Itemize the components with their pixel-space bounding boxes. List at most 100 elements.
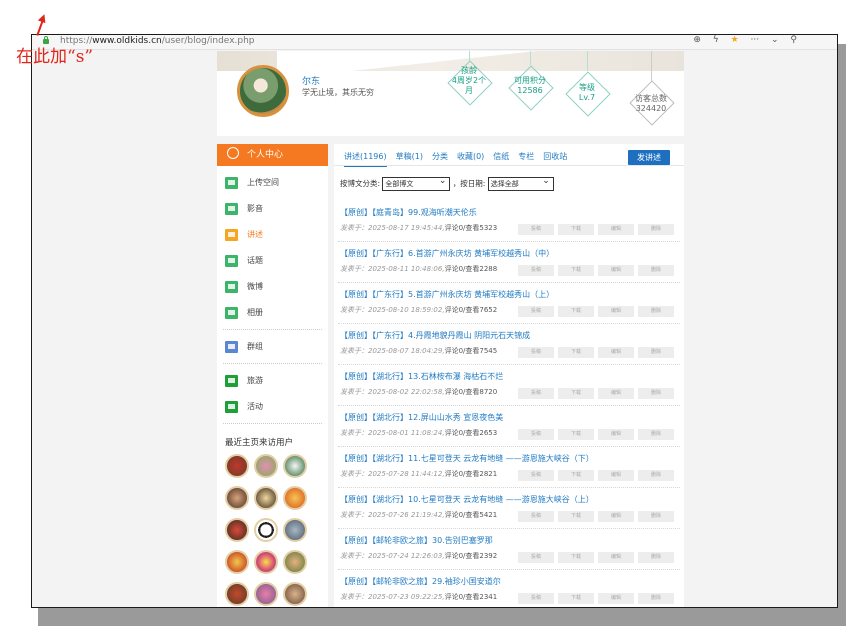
delete-button[interactable]: 删除 <box>638 224 674 235</box>
delete-button[interactable]: 删除 <box>638 429 674 440</box>
submit-button[interactable]: 投稿 <box>518 552 554 563</box>
edit-button[interactable]: 编辑 <box>598 552 634 563</box>
delete-button[interactable]: 删除 <box>638 306 674 317</box>
download-button[interactable]: 下载 <box>558 429 594 440</box>
post-comments[interactable]: 评论0 <box>445 429 463 437</box>
visitor-avatar[interactable] <box>225 518 249 542</box>
edit-button[interactable]: 编辑 <box>598 388 634 399</box>
download-button[interactable]: 下载 <box>558 388 594 399</box>
post-title[interactable]: 【原创】【湖北行】13.石林桉布瀑 海枯石不烂 <box>340 371 503 382</box>
post-comments[interactable]: 评论0 <box>445 347 463 355</box>
visitor-avatar[interactable] <box>283 518 307 542</box>
post-comments[interactable]: 评论0 <box>445 552 463 560</box>
post-comments[interactable]: 评论0 <box>445 470 463 478</box>
visitor-avatar[interactable] <box>254 550 278 574</box>
sidebar-item-topics[interactable]: 话题 <box>217 248 328 274</box>
sidebar-item-blog[interactable]: 讲述 <box>217 222 328 248</box>
visitor-avatar[interactable] <box>254 582 278 606</box>
post-title[interactable]: 【原创】【广东行】4.丹霞地貌丹霞山 阴阳元石天锦成 <box>340 330 530 341</box>
bolt-icon[interactable]: ϟ <box>713 35 719 45</box>
visitor-avatar[interactable] <box>225 454 249 478</box>
visitor-avatar[interactable] <box>225 486 249 510</box>
submit-button[interactable]: 投稿 <box>518 306 554 317</box>
chevron-down-icon[interactable]: ⌄ <box>771 35 779 45</box>
sidebar-item-media[interactable]: 影音 <box>217 196 328 222</box>
delete-button[interactable]: 删除 <box>638 347 674 358</box>
category-select[interactable]: 全部博文 <box>382 175 451 191</box>
visitor-avatar[interactable] <box>254 454 278 478</box>
zoom-icon[interactable]: ⊕ <box>693 35 701 45</box>
post-comments[interactable]: 评论0 <box>445 265 463 273</box>
post-title[interactable]: 【原创】【邮轮非欧之旅】29.袖珍小国安道尔 <box>340 576 501 587</box>
submit-button[interactable]: 投稿 <box>518 347 554 358</box>
more-icon[interactable]: ··· <box>751 35 760 45</box>
visitor-avatar[interactable] <box>254 518 278 542</box>
post-comments[interactable]: 评论0 <box>445 388 463 396</box>
edit-button[interactable]: 编辑 <box>598 347 634 358</box>
visitor-avatar[interactable] <box>283 454 307 478</box>
edit-button[interactable]: 编辑 <box>598 224 634 235</box>
submit-button[interactable]: 投稿 <box>518 470 554 481</box>
sidebar-item-weibo[interactable]: 微博 <box>217 274 328 300</box>
download-button[interactable]: 下载 <box>558 224 594 235</box>
sidebar-item-upload[interactable]: 上传空间 <box>217 170 328 196</box>
submit-button[interactable]: 投稿 <box>518 388 554 399</box>
visitor-avatar[interactable] <box>254 486 278 510</box>
post-comments[interactable]: 评论0 <box>445 511 463 519</box>
download-button[interactable]: 下载 <box>558 265 594 276</box>
visitor-avatar[interactable] <box>283 550 307 574</box>
date-select[interactable]: 选择全部 <box>487 175 554 191</box>
download-button[interactable]: 下载 <box>558 552 594 563</box>
submit-button[interactable]: 投稿 <box>518 265 554 276</box>
tab-favorites[interactable]: 收藏(0) <box>457 152 484 161</box>
search-input[interactable] <box>793 35 837 49</box>
delete-button[interactable]: 删除 <box>638 593 674 604</box>
sidebar-header[interactable]: 个人中心 <box>217 144 328 166</box>
avatar[interactable] <box>237 65 289 117</box>
tab-stationery[interactable]: 信纸 <box>493 152 509 161</box>
submit-button[interactable]: 投稿 <box>518 511 554 522</box>
post-title[interactable]: 【原创】【邮轮非欧之旅】30.告别巴塞罗那 <box>340 535 493 546</box>
edit-button[interactable]: 编辑 <box>598 511 634 522</box>
delete-button[interactable]: 删除 <box>638 388 674 399</box>
sidebar-item-travel[interactable]: 旅游 <box>217 368 328 394</box>
post-title[interactable]: 【原创】【湖北行】10.七星可登天 云龙有地缝 ——游恩施大峡谷（上） <box>340 494 594 505</box>
delete-button[interactable]: 删除 <box>638 511 674 522</box>
sidebar-item-album[interactable]: 相册 <box>217 300 328 326</box>
visitor-avatar[interactable] <box>225 582 249 606</box>
edit-button[interactable]: 编辑 <box>598 265 634 276</box>
post-button[interactable]: 发讲述 <box>628 150 670 165</box>
download-button[interactable]: 下载 <box>558 306 594 317</box>
download-button[interactable]: 下载 <box>558 511 594 522</box>
post-title[interactable]: 【原创】【广东行】6.首游广州永庆坊 黄埔军校越秀山（中） <box>340 248 554 259</box>
post-title[interactable]: 【原创】【湖北行】11.七星可登天 云龙有地缝 ——游恩施大峡谷（下） <box>340 453 594 464</box>
edit-button[interactable]: 编辑 <box>598 470 634 481</box>
tab-columns[interactable]: 专栏 <box>518 152 534 161</box>
edit-button[interactable]: 编辑 <box>598 306 634 317</box>
post-comments[interactable]: 评论0 <box>445 224 463 232</box>
download-button[interactable]: 下载 <box>558 347 594 358</box>
edit-button[interactable]: 编辑 <box>598 429 634 440</box>
visitor-avatar[interactable] <box>283 582 307 606</box>
star-icon[interactable]: ★ <box>731 35 739 45</box>
visitor-avatar[interactable] <box>283 486 307 510</box>
visitor-avatar[interactable] <box>225 550 249 574</box>
submit-button[interactable]: 投稿 <box>518 224 554 235</box>
submit-button[interactable]: 投稿 <box>518 429 554 440</box>
download-button[interactable]: 下载 <box>558 470 594 481</box>
sidebar-item-events[interactable]: 活动 <box>217 394 328 420</box>
delete-button[interactable]: 删除 <box>638 552 674 563</box>
delete-button[interactable]: 删除 <box>638 265 674 276</box>
edit-button[interactable]: 编辑 <box>598 593 634 604</box>
submit-button[interactable]: 投稿 <box>518 593 554 604</box>
user-name[interactable]: 尔东 <box>302 74 320 87</box>
post-comments[interactable]: 评论0 <box>445 593 463 601</box>
post-title[interactable]: 【原创】【广东行】5.首游广州永庆坊 黄埔军校越秀山（上） <box>340 289 554 300</box>
tab-categories[interactable]: 分类 <box>432 152 448 161</box>
tab-recycle-bin[interactable]: 回收站 <box>543 152 567 161</box>
post-title[interactable]: 【原创】【湖北行】12.屏山山水秀 宣恩夜色美 <box>340 412 503 423</box>
tab-drafts[interactable]: 草稿(1) <box>396 152 423 161</box>
sidebar-item-groups[interactable]: 群组 <box>217 334 328 360</box>
post-comments[interactable]: 评论0 <box>445 306 463 314</box>
download-button[interactable]: 下载 <box>558 593 594 604</box>
